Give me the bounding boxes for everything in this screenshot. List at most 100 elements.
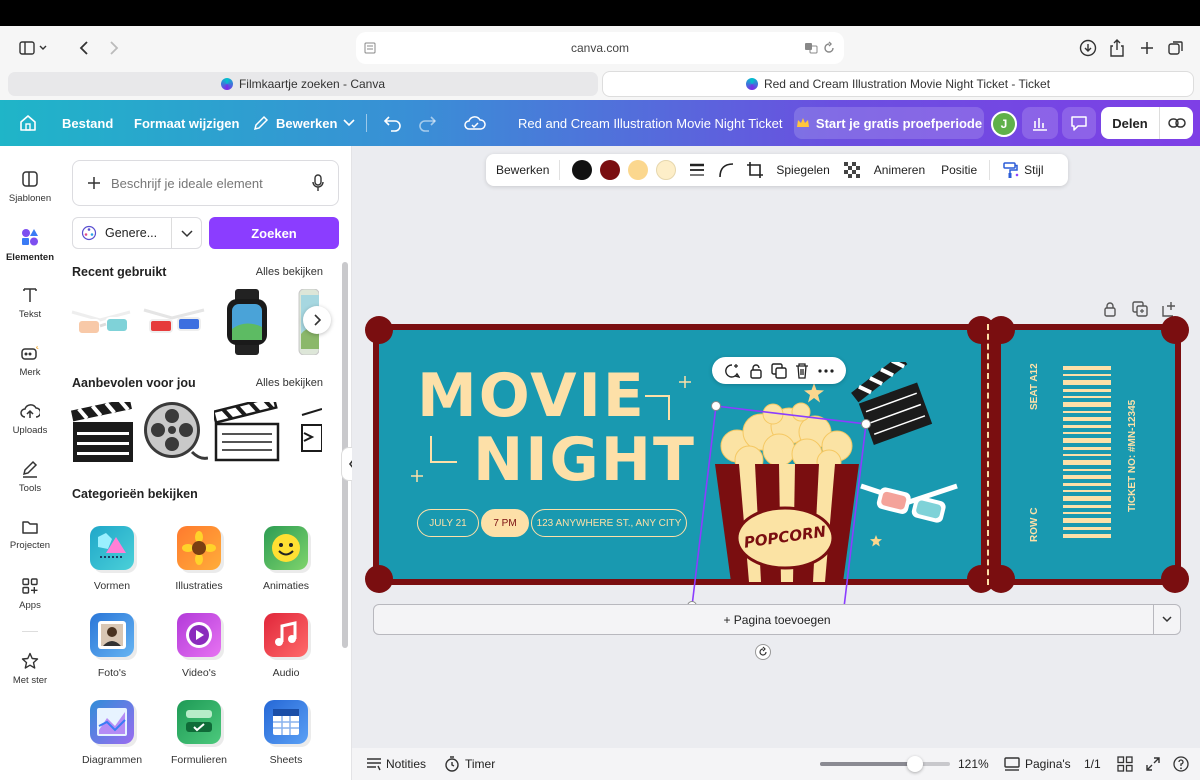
rotate-handle-icon[interactable] bbox=[755, 644, 771, 660]
category-audio[interactable]: Audio bbox=[246, 613, 326, 693]
comment-add-icon[interactable] bbox=[724, 363, 741, 379]
category-photos[interactable]: Foto's bbox=[72, 613, 152, 693]
rail-item-uploads[interactable]: Uploads bbox=[0, 394, 60, 444]
file-menu[interactable]: Bestand bbox=[62, 100, 113, 146]
zoom-slider[interactable] bbox=[820, 756, 950, 772]
fullscreen-icon[interactable] bbox=[1145, 756, 1161, 772]
recent-next-button[interactable] bbox=[303, 306, 331, 334]
ticket-seat[interactable]: SEAT A12 bbox=[1029, 363, 1040, 410]
edit-mode-menu[interactable]: Bewerken bbox=[252, 100, 355, 146]
translate-icon[interactable] bbox=[804, 41, 818, 55]
chevron-down-icon[interactable] bbox=[1162, 616, 1172, 623]
color-swatch-maroon[interactable] bbox=[600, 160, 621, 180]
cloud-save-status[interactable] bbox=[464, 100, 486, 146]
lock-page-icon[interactable] bbox=[1103, 301, 1117, 317]
duplicate-icon[interactable] bbox=[771, 362, 787, 379]
browser-tab[interactable]: Filmkaartje zoeken - Canva bbox=[8, 72, 598, 96]
ticket-title-line2[interactable]: NIGHT bbox=[473, 428, 696, 492]
style-button[interactable]: Stijl bbox=[1024, 163, 1043, 177]
recommended-see-all-link[interactable]: Alles bekijken bbox=[256, 377, 323, 389]
add-page-button[interactable]: + Pagina toevoegen bbox=[373, 604, 1181, 635]
category-charts[interactable]: Diagrammen bbox=[72, 700, 152, 780]
rail-item-apps[interactable]: Apps bbox=[0, 569, 60, 619]
recent-element-3d-glasses-red-blue[interactable] bbox=[142, 289, 208, 355]
category-sheets[interactable]: Sheets bbox=[246, 700, 326, 780]
redo-button[interactable] bbox=[417, 100, 437, 146]
category-videos[interactable]: Video's bbox=[159, 613, 239, 693]
recent-element-smartwatch[interactable] bbox=[214, 289, 280, 355]
rail-item-starred[interactable]: Met ster bbox=[0, 644, 60, 694]
address-bar[interactable]: canva.com bbox=[356, 32, 844, 64]
color-swatch-black[interactable] bbox=[572, 160, 593, 180]
ticket-time-pill[interactable]: 7 PM bbox=[481, 509, 529, 537]
rail-item-text[interactable]: Tekst bbox=[0, 278, 60, 328]
recommended-element-clapperboard-outline[interactable] bbox=[214, 399, 280, 465]
avatar[interactable]: J bbox=[991, 111, 1017, 137]
recommended-element-film-reel[interactable] bbox=[142, 399, 208, 465]
undo-button[interactable] bbox=[383, 100, 403, 146]
transparency-icon[interactable] bbox=[843, 162, 860, 178]
rail-item-brand[interactable]: Merk bbox=[0, 336, 60, 386]
edit-element-button[interactable]: Bewerken bbox=[496, 163, 549, 177]
insights-button[interactable] bbox=[1022, 107, 1058, 139]
category-illustrations[interactable]: Illustraties bbox=[159, 526, 239, 606]
resize-handle[interactable] bbox=[861, 419, 871, 429]
back-button[interactable] bbox=[72, 34, 96, 62]
category-shapes[interactable]: Vormen bbox=[72, 526, 152, 606]
add-page-icon[interactable] bbox=[1161, 301, 1177, 317]
rail-item-elements[interactable]: Elementen bbox=[0, 220, 60, 270]
help-icon[interactable] bbox=[1173, 756, 1189, 772]
grid-view-icon[interactable] bbox=[1117, 756, 1133, 772]
crop-icon[interactable] bbox=[746, 161, 764, 179]
pages-button[interactable]: Pagina's bbox=[1025, 757, 1071, 771]
ticket-row[interactable]: ROW C bbox=[1029, 508, 1040, 542]
tab-overview-button[interactable] bbox=[1166, 34, 1186, 62]
share-button[interactable]: Delen bbox=[1101, 107, 1193, 139]
lock-icon[interactable] bbox=[749, 363, 763, 379]
timer-button[interactable]: Timer bbox=[465, 757, 495, 771]
ticket-date-pill[interactable]: JULY 21 bbox=[417, 509, 479, 537]
generate-type-select[interactable]: Genere... bbox=[72, 217, 202, 249]
element-search-input[interactable]: Beschrijf je ideale element bbox=[72, 160, 339, 206]
zoom-slider-knob[interactable] bbox=[906, 756, 923, 772]
downloads-button[interactable] bbox=[1078, 34, 1098, 62]
animate-button[interactable]: Animeren bbox=[874, 163, 925, 177]
ticket-title-line1[interactable]: MOVIE bbox=[417, 364, 646, 428]
duplicate-page-icon[interactable] bbox=[1132, 301, 1148, 317]
resize-menu[interactable]: Formaat wijzigen bbox=[134, 100, 239, 146]
search-button[interactable]: Zoeken bbox=[209, 217, 339, 249]
notes-button[interactable]: Notities bbox=[386, 757, 426, 771]
new-tab-button[interactable] bbox=[1137, 34, 1157, 62]
rail-item-tools[interactable]: Tools bbox=[0, 452, 60, 502]
reload-icon[interactable] bbox=[822, 41, 836, 55]
3d-glasses-illustration[interactable] bbox=[859, 472, 963, 534]
resize-handle[interactable] bbox=[711, 401, 721, 411]
start-trial-button[interactable]: Start je gratis proefperiode bbox=[794, 107, 984, 139]
corner-rounding-icon[interactable] bbox=[718, 162, 734, 178]
color-swatch-cream[interactable] bbox=[656, 160, 677, 180]
share-sheet-button[interactable] bbox=[1107, 34, 1127, 62]
position-button[interactable]: Positie bbox=[941, 163, 977, 177]
recent-element-3d-glasses[interactable] bbox=[70, 289, 136, 355]
trash-icon[interactable] bbox=[795, 362, 809, 379]
document-title[interactable]: Red and Cream Illustration Movie Night T… bbox=[518, 100, 782, 146]
comments-button[interactable] bbox=[1062, 107, 1096, 139]
forward-button[interactable] bbox=[102, 34, 126, 62]
rail-item-projects[interactable]: Projecten bbox=[0, 510, 60, 560]
sidebar-toggle-button[interactable] bbox=[12, 34, 56, 62]
category-forms[interactable]: Formulieren bbox=[159, 700, 239, 780]
recommended-element-clapper-partial[interactable] bbox=[292, 399, 324, 465]
recommended-element-clapperboard[interactable] bbox=[70, 399, 136, 465]
category-animations[interactable]: Animaties bbox=[246, 526, 326, 606]
paint-roller-icon[interactable] bbox=[1002, 161, 1020, 179]
home-button[interactable] bbox=[18, 100, 38, 146]
recent-see-all-link[interactable]: Alles bekijken bbox=[256, 266, 323, 278]
rail-item-templates[interactable]: Sjablonen bbox=[0, 162, 60, 212]
color-swatch-yellow[interactable] bbox=[628, 160, 649, 180]
ticket-address-pill[interactable]: 123 ANYWHERE ST., ANY CITY bbox=[531, 509, 687, 537]
more-options-icon[interactable] bbox=[818, 368, 834, 373]
flip-button[interactable]: Spiegelen bbox=[776, 163, 829, 177]
zoom-level[interactable]: 121% bbox=[958, 757, 989, 771]
ticket-number[interactable]: TICKET NO: #MN-12345 bbox=[1127, 400, 1138, 512]
line-weight-icon[interactable] bbox=[688, 163, 706, 177]
